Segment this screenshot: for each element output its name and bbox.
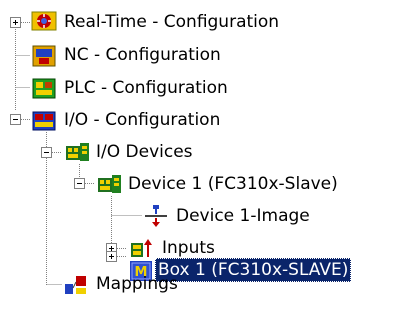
plc-config-icon (32, 78, 56, 99)
configuration-tree[interactable]: Real-Time - Configuration NC - Configura… (0, 0, 417, 324)
collapse-toggle-io-configuration[interactable] (10, 114, 21, 125)
expand-toggle-realtime[interactable] (10, 17, 21, 28)
tree-item-io-configuration[interactable]: I/O - Configuration (61, 108, 223, 132)
tree-item-device-1[interactable]: Device 1 (FC310x-Slave) (125, 172, 341, 196)
tree-item-inputs[interactable]: Inputs (159, 236, 218, 260)
tree-item-nc-configuration[interactable]: NC - Configuration (61, 43, 224, 67)
collapse-toggle-io-devices[interactable] (41, 147, 52, 158)
collapse-toggle-device-1[interactable] (74, 178, 85, 189)
tree-item-mappings[interactable]: Mappings (93, 272, 181, 296)
expand-toggle-box-1[interactable] (106, 251, 117, 262)
tree-item-device-1-image[interactable]: Device 1-Image (173, 204, 313, 228)
mappings-icon (65, 276, 86, 294)
tree-item-plc-configuration[interactable]: PLC - Configuration (61, 76, 231, 100)
tree-item-realtime-configuration[interactable]: Real-Time - Configuration (61, 10, 282, 34)
tree-item-box-1[interactable]: Box 1 (FC310x-SLAVE) (155, 258, 352, 282)
io-devices-icon (66, 143, 89, 161)
io-config-icon (32, 111, 56, 131)
process-image-icon (145, 205, 167, 227)
tree-item-io-devices[interactable]: I/O Devices (93, 140, 196, 164)
realtime-config-icon (31, 11, 57, 31)
device-card-icon (98, 175, 121, 193)
nc-config-icon (32, 45, 56, 67)
